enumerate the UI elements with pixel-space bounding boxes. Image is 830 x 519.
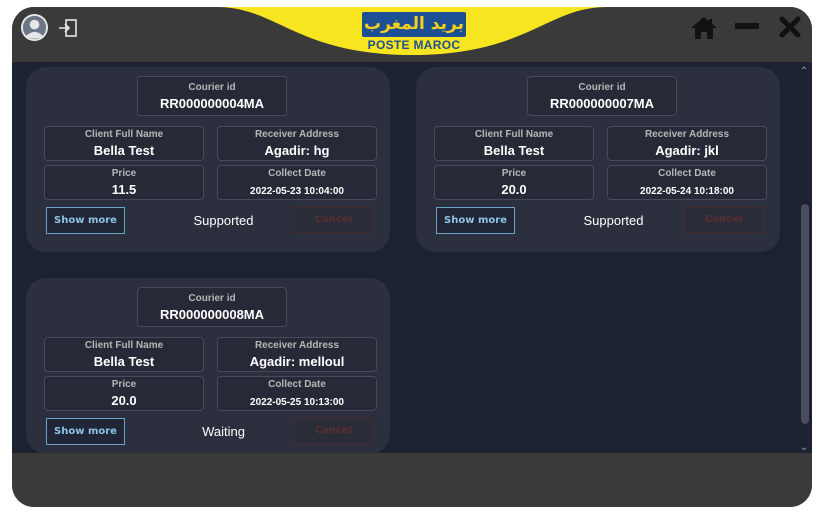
cancel-button[interactable]: Cancel bbox=[684, 207, 763, 233]
logout-icon[interactable] bbox=[58, 18, 78, 38]
scroll-down-icon[interactable]: ⌄ bbox=[796, 442, 812, 453]
receiver-address-value: Agadir: hg bbox=[264, 143, 330, 158]
scroll-up-icon[interactable]: ⌃ bbox=[796, 66, 812, 77]
collect-date-label: Collect Date bbox=[658, 168, 716, 179]
price-field: Price 20.0 bbox=[434, 165, 594, 200]
courier-id-field: Courier id RR000000008MA bbox=[137, 287, 287, 327]
vertical-scrollbar[interactable]: ⌃ ⌄ bbox=[796, 62, 812, 453]
receiver-address-field: Receiver Address Agadir: hg bbox=[217, 126, 377, 161]
courier-id-label: Courier id bbox=[188, 293, 236, 304]
collect-date-field: Collect Date 2022-05-25 10:13:00 bbox=[217, 376, 377, 411]
collect-date-field: Collect Date 2022-05-23 10:04:00 bbox=[217, 165, 377, 200]
title-bar: بريد المغرب POSTE MAROC bbox=[12, 7, 812, 62]
client-name-value: Bella Test bbox=[483, 143, 545, 158]
show-more-button[interactable]: Show more bbox=[46, 418, 125, 445]
client-name-label: Client Full Name bbox=[84, 340, 164, 351]
client-name-label: Client Full Name bbox=[474, 129, 554, 140]
client-name-value: Bella Test bbox=[93, 143, 155, 158]
price-field: Price 20.0 bbox=[44, 376, 204, 411]
logo-arabic: بريد المغرب bbox=[362, 12, 466, 37]
collect-date-value: 2022-05-23 10:04:00 bbox=[250, 186, 344, 197]
minimize-icon[interactable] bbox=[735, 23, 759, 29]
show-more-button[interactable]: Show more bbox=[46, 207, 125, 234]
courier-id-value: RR000000008MA bbox=[159, 307, 265, 322]
price-value: 20.0 bbox=[111, 393, 137, 408]
status-text: Waiting bbox=[202, 424, 245, 439]
price-label: Price bbox=[111, 168, 137, 179]
home-icon[interactable] bbox=[690, 16, 718, 40]
collect-date-label: Collect Date bbox=[268, 379, 326, 390]
receiver-address-value: Agadir: jkl bbox=[655, 143, 719, 158]
courier-list: Courier id RR000000004MA Client Full Nam… bbox=[12, 62, 812, 454]
receiver-address-label: Receiver Address bbox=[254, 129, 340, 140]
receiver-address-label: Receiver Address bbox=[254, 340, 340, 351]
footer-bar bbox=[12, 453, 812, 507]
receiver-address-field: Receiver Address Agadir: jkl bbox=[607, 126, 767, 161]
status-text: Supported bbox=[583, 213, 644, 228]
price-value: 11.5 bbox=[111, 182, 137, 197]
collect-date-field: Collect Date 2022-05-24 10:18:00 bbox=[607, 165, 767, 200]
app-window: بريد المغرب POSTE MAROC Courier id RR000… bbox=[12, 7, 812, 507]
courier-id-field: Courier id RR000000007MA bbox=[527, 76, 677, 116]
close-icon[interactable] bbox=[779, 16, 801, 38]
courier-card: Courier id RR000000007MA Client Full Nam… bbox=[416, 67, 780, 252]
cancel-button[interactable]: Cancel bbox=[294, 207, 373, 233]
receiver-address-value: Agadir: melloul bbox=[249, 354, 345, 369]
logo-text: POSTE MAROC bbox=[367, 38, 461, 52]
price-field: Price 11.5 bbox=[44, 165, 204, 200]
status-text: Supported bbox=[193, 213, 254, 228]
show-more-button[interactable]: Show more bbox=[436, 207, 515, 234]
client-name-value: Bella Test bbox=[93, 354, 155, 369]
client-name-label: Client Full Name bbox=[84, 129, 164, 140]
client-name-field: Client Full Name Bella Test bbox=[44, 126, 204, 161]
receiver-address-label: Receiver Address bbox=[644, 129, 730, 140]
price-label: Price bbox=[111, 379, 137, 390]
courier-id-value: RR000000004MA bbox=[159, 96, 265, 111]
courier-card: Courier id RR000000008MA Client Full Nam… bbox=[26, 278, 390, 454]
collect-date-value: 2022-05-25 10:13:00 bbox=[250, 397, 344, 408]
collect-date-value: 2022-05-24 10:18:00 bbox=[640, 186, 734, 197]
scrollbar-thumb[interactable] bbox=[801, 204, 809, 424]
price-label: Price bbox=[501, 168, 527, 179]
cancel-button[interactable]: Cancel bbox=[294, 418, 373, 444]
user-avatar-icon[interactable] bbox=[20, 13, 49, 42]
collect-date-label: Collect Date bbox=[268, 168, 326, 179]
client-name-field: Client Full Name Bella Test bbox=[44, 337, 204, 372]
courier-id-value: RR000000007MA bbox=[549, 96, 655, 111]
courier-id-label: Courier id bbox=[578, 82, 626, 93]
price-value: 20.0 bbox=[501, 182, 527, 197]
courier-id-field: Courier id RR000000004MA bbox=[137, 76, 287, 116]
receiver-address-field: Receiver Address Agadir: melloul bbox=[217, 337, 377, 372]
courier-card: Courier id RR000000004MA Client Full Nam… bbox=[26, 67, 390, 252]
client-name-field: Client Full Name Bella Test bbox=[434, 126, 594, 161]
courier-id-label: Courier id bbox=[188, 82, 236, 93]
